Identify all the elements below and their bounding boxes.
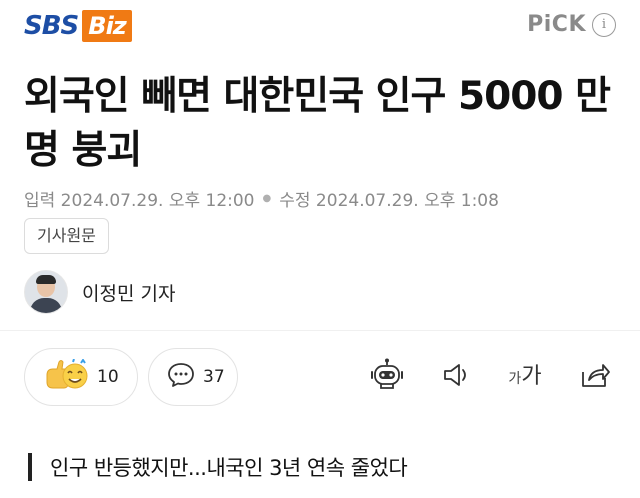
article-title: 외국인 빼면 대한민국 인구 5000 만명 붕괴 [24,74,611,173]
reporter-avatar[interactable] [24,270,68,314]
logo-sbs-text: SBS [24,11,79,41]
article-dates: 입력 2024.07.29. 오후 12:00 ● 수정 2024.07.29.… [24,186,499,211]
like-reaction-button[interactable]: 10 [24,348,138,406]
subheading-bar [28,453,32,481]
app-header: SBS Biz PiCK i [0,0,640,56]
original-article-button[interactable]: 기사원문 [24,218,109,254]
sbs-biz-logo[interactable]: SBS Biz [24,8,132,44]
date-separator-dot: ● [262,193,272,204]
reporter-info[interactable]: 이정민 기자 [24,270,175,314]
subheading-text: 인구 반등했지만...내국인 3년 연속 줄었다 [50,456,408,480]
modified-date: 수정 2024.07.29. 오후 1:08 [279,191,499,211]
info-icon[interactable]: i [592,12,616,37]
share-icon [579,360,611,394]
summary-bot-button[interactable] [368,358,406,396]
text-to-speech-button[interactable] [438,358,476,396]
reporter-name[interactable]: 이정민 기자 [82,279,175,306]
font-large-glyph: 가 [521,364,542,389]
reaction-emoji-icon [43,358,89,395]
published-date: 입력 2024.07.29. 오후 12:00 [24,191,255,211]
logo-biz-text: Biz [82,10,132,42]
like-count: 10 [97,367,119,387]
font-size-button[interactable]: 가 가 [506,358,544,396]
comment-count: 37 [203,367,225,387]
comment-button[interactable]: 37 [148,348,238,406]
pick-label: PiCK [527,12,586,37]
share-button[interactable] [576,358,614,396]
article-subheading: 인구 반등했지만...내국인 3년 연속 줄었다 [28,452,408,482]
comment-bubble-icon [167,362,195,392]
font-small-glyph: 가 [508,371,522,387]
robot-icon [369,358,405,396]
section-divider [0,330,640,331]
speaker-icon [441,361,473,393]
pick-badge[interactable]: PiCK i [527,12,616,37]
